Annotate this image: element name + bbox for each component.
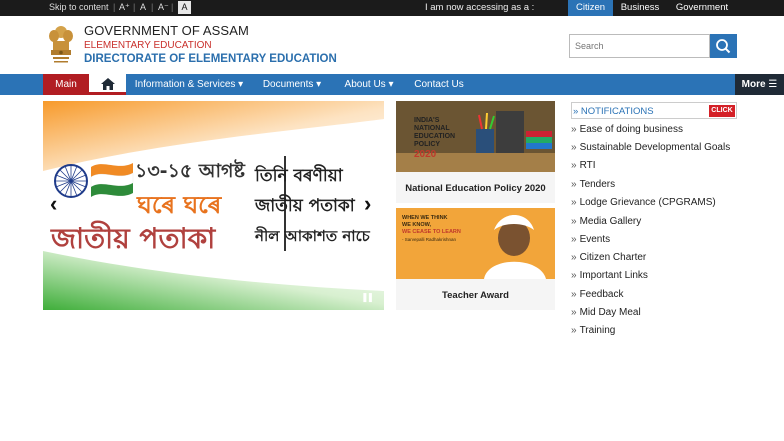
link-lodge-grievance[interactable]: » Lodge Grievance (CPGRAMS) <box>571 197 716 208</box>
font-decrease-button[interactable]: A⁻ <box>158 2 169 13</box>
teacher-quote-text: WE KNOW, <box>402 222 432 228</box>
home-icon <box>100 78 115 90</box>
tab-government[interactable]: Government <box>668 0 736 16</box>
divider: | <box>151 2 154 12</box>
nep-image-year: 2020 <box>414 149 437 160</box>
top-utility-bar: Skip to content | A⁺ | A | A⁻ | A I am n… <box>0 0 784 16</box>
link-mid-day-meal[interactable]: » Mid Day Meal <box>571 307 641 318</box>
link-important-links[interactable]: » Important Links <box>571 270 648 281</box>
directorate-title[interactable]: DIRECTORATE OF ELEMENTARY EDUCATION <box>84 53 337 65</box>
slider-prev-arrow[interactable]: ‹ <box>50 193 57 215</box>
link-feedback[interactable]: » Feedback <box>571 289 623 300</box>
news-card-nep[interactable]: INDIA'S NATIONAL EDUCATION POLICY 2020 N… <box>396 101 555 203</box>
link-ease-of-doing-business[interactable]: » Ease of doing business <box>571 124 683 135</box>
divider: | <box>133 2 136 12</box>
link-events[interactable]: » Events <box>571 234 610 245</box>
site-header: GOVERNMENT OF ASSAM ELEMENTARY EDUCATION… <box>0 16 784 74</box>
banner-right-line2: জাতীয় পতাকা <box>255 196 355 216</box>
search-icon <box>716 39 731 54</box>
notifications-bar[interactable]: » NOTIFICATIONS CLICK <box>571 102 737 119</box>
nav-more-button[interactable]: More ☰ <box>735 74 784 95</box>
search-form <box>569 34 737 58</box>
nav-about-us[interactable]: About Us ▾ <box>338 74 400 95</box>
main-navigation: Main Information & Services ▾ Documents … <box>0 74 784 95</box>
teacher-quote-text: WE CEASE TO LEARN <box>402 229 461 235</box>
slider-next-arrow[interactable]: › <box>364 193 371 215</box>
link-media-gallery[interactable]: » Media Gallery <box>571 216 641 227</box>
divider: | <box>113 2 116 12</box>
skip-to-content-link[interactable]: Skip to content <box>49 2 109 12</box>
national-emblem-icon[interactable] <box>47 23 75 65</box>
card-caption-teacher-award[interactable]: Teacher Award <box>396 290 555 301</box>
nep-image-text: NATIONAL <box>414 125 450 132</box>
nav-documents[interactable]: Documents ▾ <box>256 74 328 95</box>
banner-right-line3: নীল আকাশত নাচে <box>255 227 370 245</box>
high-contrast-button[interactable]: A <box>178 1 191 14</box>
government-title[interactable]: GOVERNMENT OF ASSAM <box>84 23 249 38</box>
font-increase-button[interactable]: A⁺ <box>119 2 130 13</box>
nav-information-services[interactable]: Information & Services ▾ <box>131 74 247 95</box>
slider-pause-button[interactable]: ❚❚ <box>361 292 374 303</box>
search-input[interactable] <box>569 34 710 58</box>
nep-image-text: EDUCATION <box>414 133 456 140</box>
notifications-label[interactable]: » NOTIFICATIONS <box>573 106 654 117</box>
banner-right-line1: তিনি বৰণীয়া <box>255 166 343 186</box>
link-training[interactable]: » Training <box>571 325 615 336</box>
banner-date-text: ১৩-১৫ আগষ্ট <box>135 160 245 182</box>
link-tenders[interactable]: » Tenders <box>571 179 615 190</box>
nav-home[interactable] <box>89 74 126 95</box>
tab-citizen[interactable]: Citizen <box>568 0 613 16</box>
link-sdg[interactable]: » Sustainable Developmental Goals <box>571 142 730 153</box>
link-rti[interactable]: » RTI <box>571 160 596 171</box>
font-normal-button[interactable]: A <box>140 2 146 12</box>
card-caption-nep[interactable]: National Education Policy 2020 <box>396 183 555 194</box>
nep-image-text: POLICY <box>414 141 441 148</box>
nav-contact-us[interactable]: Contact Us <box>410 74 468 95</box>
nav-main[interactable]: Main <box>43 74 89 95</box>
notifications-click-badge[interactable]: CLICK <box>709 105 735 117</box>
link-citizen-charter[interactable]: » Citizen Charter <box>571 252 646 263</box>
teacher-quote-text: WHEN WE THINK <box>402 215 448 221</box>
news-card-teacher-award[interactable]: WHEN WE THINK WE KNOW, WE CEASE TO LEARN… <box>396 208 555 310</box>
divider: | <box>171 2 174 12</box>
banner-slider[interactable]: ১৩-১৫ আগষ্ট ঘৰে ঘৰে জাতীয় পতাকা তিনি বৰ… <box>43 101 384 310</box>
tab-business[interactable]: Business <box>614 0 666 16</box>
search-button[interactable] <box>710 34 737 58</box>
access-label: I am now accessing as a : <box>425 2 535 13</box>
banner-jatiya-text: জাতীয় পতাকা <box>51 222 216 255</box>
teacher-quote-author: - Sarvepalli Radhakrishnan <box>402 237 457 242</box>
department-subtitle: ELEMENTARY EDUCATION <box>84 40 212 51</box>
nep-image-text: INDIA'S <box>414 117 440 124</box>
